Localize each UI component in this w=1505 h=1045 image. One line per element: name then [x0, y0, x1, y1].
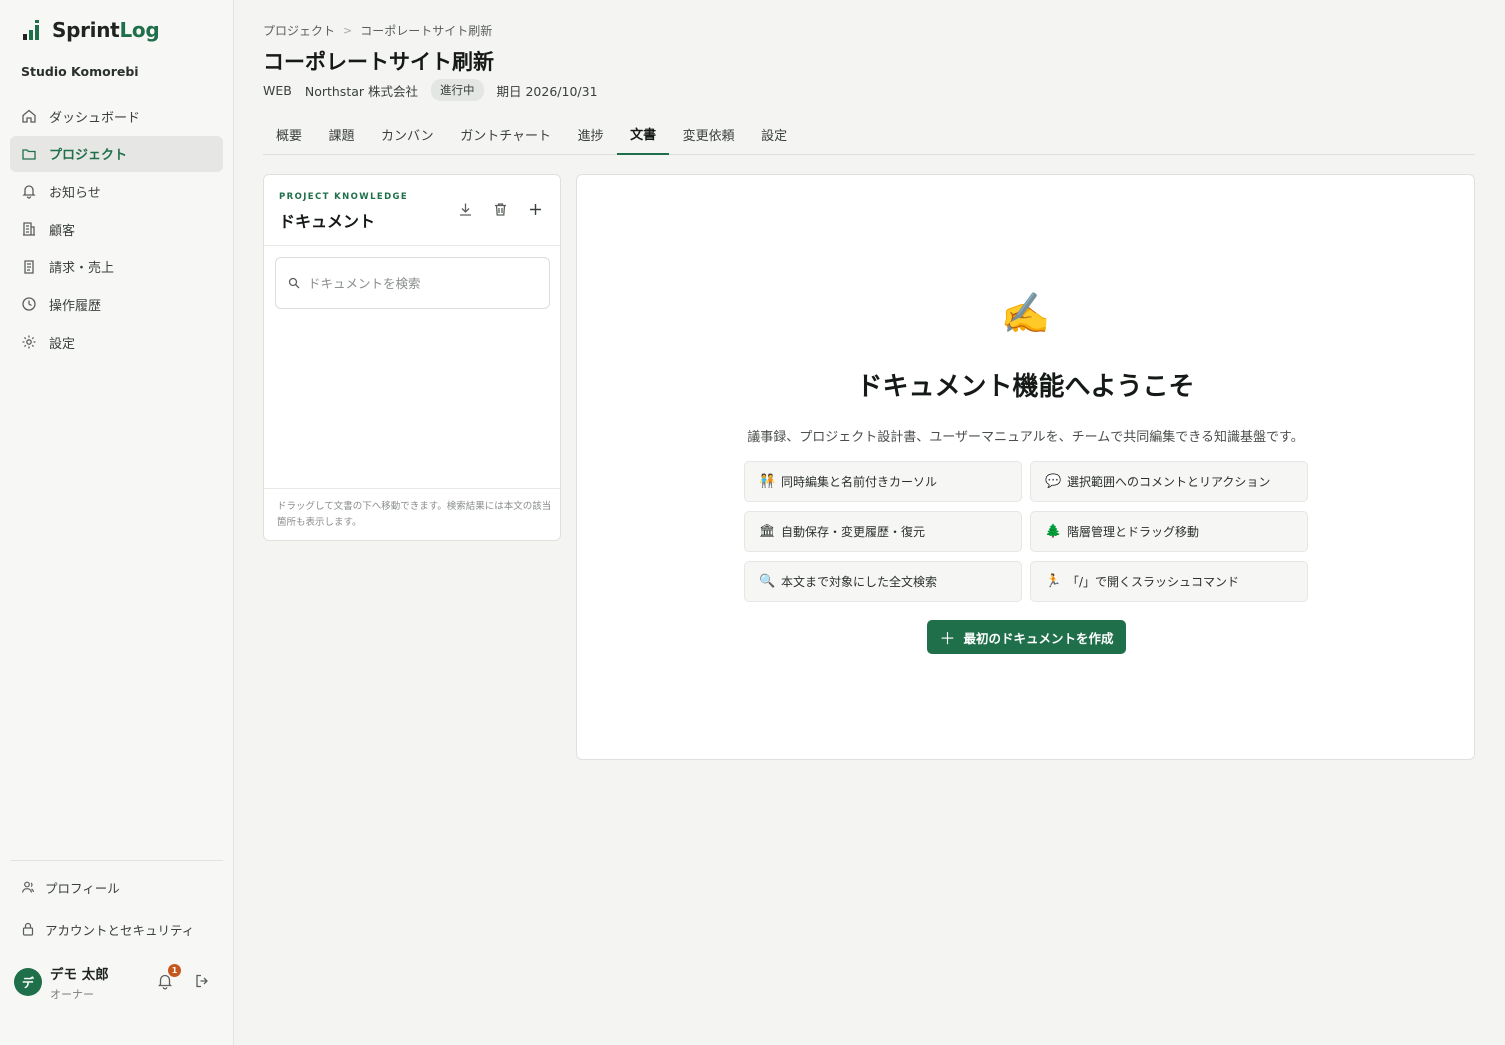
panel-footer-divider — [264, 488, 560, 489]
receipt-icon — [24, 260, 34, 274]
bell-icon — [22, 185, 36, 199]
building-icon — [23, 222, 35, 236]
feature-card: 🏛 自動保存・変更履歴・復元 — [744, 511, 1022, 552]
feature-card: 🧑‍🤝‍🧑 同時編集と名前付きカーソル — [744, 461, 1022, 502]
status-badge: 進行中 — [431, 79, 484, 101]
magnifier-icon: 🔍 — [759, 574, 776, 589]
runner-icon: 🏃 — [1045, 574, 1062, 589]
tab-documents[interactable]: 文書 — [617, 114, 670, 155]
feature-label: 本文まで対象にした全文検索 — [781, 575, 938, 589]
panel-kicker: PROJECT KNOWLEDGE — [279, 192, 409, 202]
search-icon — [288, 277, 300, 289]
feature-card: 🏃 「/」で開くスラッシュコマンド — [1030, 561, 1308, 602]
project-client: Northstar 株式会社 — [304, 83, 418, 99]
sidebar-item-account-security[interactable]: アカウントとセキュリティ — [10, 912, 223, 946]
tab-settings[interactable]: 設定 — [748, 114, 800, 155]
home-icon — [22, 109, 36, 123]
classical-building-icon: 🏛 — [759, 524, 776, 539]
feature-label: 選択範囲へのコメントとリアクション — [1067, 475, 1271, 489]
app-logo[interactable]: SprintLog — [22, 18, 160, 42]
sidebar-item-billing[interactable]: 請求・売上 — [10, 249, 223, 285]
tab-kanban[interactable]: カンバン — [368, 114, 447, 155]
breadcrumb-separator: > — [343, 24, 353, 37]
panel-actions — [457, 201, 544, 218]
sidebar-item-label: プロジェクト — [49, 148, 128, 164]
tab-overview[interactable]: 概要 — [263, 114, 315, 155]
download-icon[interactable] — [457, 201, 474, 218]
document-list-panel: PROJECT KNOWLEDGE ドキュメント ドラッグして文書の下へ移動でき… — [263, 174, 561, 541]
lock-icon — [22, 922, 34, 936]
sidebar-nav: ダッシュボード プロジェクト お知らせ 顧客 請求・売上 操作履歴 設定 — [10, 98, 223, 362]
feature-label: 「/」で開くスラッシュコマンド — [1067, 575, 1240, 589]
project-due-date: 期日 2026/10/31 — [496, 83, 598, 99]
breadcrumb: プロジェクト > コーポレートサイト刷新 — [263, 22, 492, 39]
sidebar: SprintLog Studio Komorebi ダッシュボード プロジェクト… — [0, 0, 234, 1045]
sidebar-item-history[interactable]: 操作履歴 — [10, 286, 223, 322]
folder-icon — [22, 149, 36, 160]
user-name: デモ 太郎 — [50, 966, 109, 983]
create-first-document-button[interactable]: ＋ 最初のドキュメントを作成 — [927, 620, 1126, 654]
user-role: オーナー — [50, 987, 94, 1001]
sidebar-item-notices[interactable]: お知らせ — [10, 173, 223, 209]
feature-label: 同時編集と名前付きカーソル — [781, 475, 938, 489]
plus-icon[interactable] — [527, 201, 544, 218]
sidebar-item-projects[interactable]: プロジェクト — [10, 135, 223, 172]
tab-gantt[interactable]: ガントチャート — [447, 114, 564, 155]
sidebar-item-label: 操作履歴 — [49, 298, 102, 314]
welcome-description: 議事録、プロジェクト設計書、ユーザーマニュアルを、チームで共同編集できる知識基盤… — [747, 430, 1304, 445]
speech-bubble-icon: 💬 — [1045, 474, 1062, 489]
sidebar-item-dashboard[interactable]: ダッシュボード — [10, 98, 223, 134]
feature-card: 🔍 本文まで対象にした全文検索 — [744, 561, 1022, 602]
document-search[interactable] — [275, 257, 550, 309]
project-meta: WEB Northstar 株式会社 進行中 期日 2026/10/31 — [263, 79, 611, 101]
feature-label: 自動保存・変更履歴・復元 — [781, 525, 926, 539]
project-tabs: 概要 課題 カンバン ガントチャート 進捗 文書 変更依頼 設定 — [263, 114, 1475, 155]
tab-change-requests[interactable]: 変更依頼 — [670, 114, 748, 155]
page-title: コーポレートサイト刷新 — [263, 50, 494, 74]
organization-name: Studio Komorebi — [21, 64, 139, 79]
tab-progress[interactable]: 進捗 — [565, 114, 617, 155]
sidebar-item-settings[interactable]: 設定 — [10, 324, 223, 360]
tree-icon: 🌲 — [1045, 524, 1062, 539]
sidebar-item-label: 顧客 — [49, 223, 76, 239]
gear-icon — [22, 335, 36, 349]
notification-count-badge: 1 — [168, 964, 181, 977]
panel-title: ドキュメント — [279, 212, 376, 231]
feature-label: 階層管理とドラッグ移動 — [1067, 525, 1200, 539]
create-first-document-label: 最初のドキュメントを作成 — [963, 630, 1114, 646]
clock-icon — [22, 297, 36, 312]
sidebar-item-label: 設定 — [49, 336, 76, 352]
user-meta: デモ 太郎 オーナー — [50, 963, 109, 1002]
sidebar-item-label: ダッシュボード — [49, 110, 141, 126]
sidebar-divider — [10, 860, 223, 861]
feature-card: 🌲 階層管理とドラッグ移動 — [1030, 511, 1308, 552]
writing-hand-icon: ✍️ — [1000, 291, 1051, 337]
panel-footer-hint: ドラッグして文書の下へ移動できます。検索結果には本文の該当箇所も表示します。 — [277, 501, 552, 528]
plus-icon: ＋ — [939, 629, 956, 648]
logout-icon[interactable] — [194, 973, 210, 989]
profile-label: プロフィール — [45, 880, 120, 896]
breadcrumb-item-current: コーポレートサイト刷新 — [360, 24, 493, 38]
welcome-title: ドキュメント機能へようこそ — [856, 372, 1195, 402]
bar-chart-logo-icon — [23, 20, 39, 40]
sidebar-item-label: お知らせ — [49, 185, 101, 201]
collaborators-icon: 🧑‍🤝‍🧑 — [759, 474, 776, 489]
trash-icon[interactable] — [492, 201, 509, 218]
account-security-label: アカウントとセキュリティ — [45, 922, 195, 938]
document-welcome-panel: ✍️ ドキュメント機能へようこそ 議事録、プロジェクト設計書、ユーザーマニュアル… — [576, 174, 1475, 760]
user-icon — [21, 881, 35, 893]
tab-issues[interactable]: 課題 — [316, 114, 368, 155]
feature-grid: 🧑‍🤝‍🧑 同時編集と名前付きカーソル 💬 選択範囲へのコメントとリアクション … — [744, 461, 1309, 602]
panel-divider — [264, 245, 560, 246]
avatar[interactable]: デ — [14, 968, 42, 996]
user-card: デ デモ 太郎 オーナー 1 — [14, 962, 219, 1002]
app-name: SprintLog — [52, 18, 160, 42]
breadcrumb-item-projects[interactable]: プロジェクト — [263, 22, 335, 39]
feature-card: 💬 選択範囲へのコメントとリアクション — [1030, 461, 1308, 502]
sidebar-item-label: 請求・売上 — [49, 261, 115, 277]
sidebar-item-customers[interactable]: 顧客 — [10, 211, 223, 247]
sidebar-item-profile[interactable]: プロフィール — [10, 870, 223, 904]
search-input[interactable] — [308, 275, 528, 291]
project-category: WEB — [263, 82, 292, 98]
